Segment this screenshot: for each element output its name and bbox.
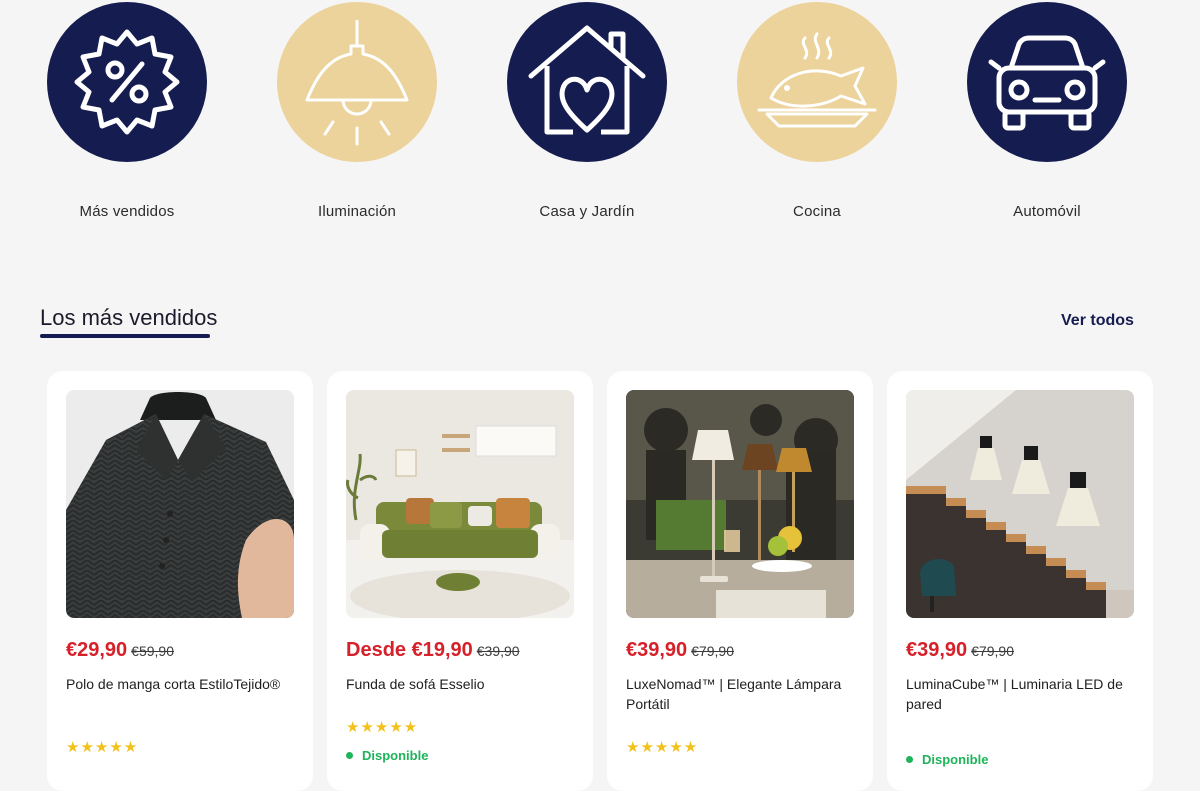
original-price: €39,90	[476, 643, 520, 659]
category-best-sellers[interactable]: Más vendidos	[12, 2, 242, 220]
view-all-link[interactable]: Ver todos	[1061, 312, 1134, 330]
availability-label: Disponible	[362, 748, 429, 763]
category-lighting[interactable]: Iluminación	[242, 2, 472, 220]
product-card[interactable]: €39,90 €79,90 LuminaCube™ | Luminaria LED…	[887, 371, 1153, 791]
ceiling-lamp-icon	[277, 2, 437, 162]
original-price: €79,90	[971, 643, 1014, 659]
category-label: Casa y Jardín	[539, 203, 635, 220]
category-kitchen[interactable]: Cocina	[702, 2, 932, 220]
product-card[interactable]: €29,90 €59,90 Polo de manga corta EstiloT…	[47, 371, 313, 791]
cooked-fish-icon	[737, 2, 897, 162]
category-home-garden[interactable]: Casa y Jardín	[472, 2, 702, 220]
sale-price: €29,90	[66, 639, 128, 661]
price-row: €39,90 €79,90	[906, 639, 1014, 662]
price-row: €39,90 €79,90	[626, 639, 734, 662]
original-price: €59,90	[131, 643, 174, 659]
product-image-table-lamp[interactable]	[626, 390, 854, 618]
product-image-wall-light[interactable]	[906, 390, 1134, 618]
price-row: €29,90 €59,90	[66, 639, 174, 662]
product-name[interactable]: Polo de manga corta EstiloTejido®	[66, 674, 294, 694]
category-label: Más vendidos	[79, 203, 175, 220]
original-price: €79,90	[691, 643, 734, 659]
house-heart-icon	[507, 2, 667, 162]
star-rating: ★★★★★	[346, 719, 419, 736]
product-name[interactable]: LuminaCube™ | Luminaria LED de pared	[906, 674, 1134, 714]
category-label: Iluminación	[317, 203, 397, 220]
price-row: Desde €19,90 €39,90	[346, 639, 520, 662]
sale-price: €39,90	[626, 639, 688, 661]
category-bar: Más vendidos Iluminación Casa y Jardín C…	[0, 0, 1200, 240]
availability-label: Disponible	[922, 752, 989, 767]
product-name[interactable]: Funda de sofá Esselio	[346, 674, 574, 694]
sale-price: Desde €19,90	[346, 639, 473, 661]
product-card[interactable]: €39,90 €79,90 LuxeNomad™ | Elegante Lámpa…	[607, 371, 873, 791]
section-title: Los más vendidos	[40, 305, 218, 330]
availability-status: Disponible	[906, 752, 988, 767]
product-image-polo[interactable]	[66, 390, 294, 618]
category-automotive[interactable]: Automóvil	[932, 2, 1162, 220]
star-rating: ★★★★★	[626, 739, 699, 756]
star-rating: ★★★★★	[66, 739, 139, 756]
availability-dot-icon	[906, 756, 913, 764]
product-card[interactable]: Desde €19,90 €39,90 Funda de sofá Esselio…	[327, 371, 593, 791]
category-label: Automóvil	[1013, 203, 1081, 220]
car-icon	[967, 2, 1127, 162]
sale-price: €39,90	[906, 639, 968, 661]
category-label: Cocina	[793, 203, 841, 220]
title-underline	[40, 334, 210, 338]
availability-dot-icon	[346, 752, 353, 760]
product-image-sofa-cover[interactable]	[346, 390, 574, 618]
availability-status: Disponible	[346, 748, 428, 763]
product-name[interactable]: LuxeNomad™ | Elegante Lámpara Portátil	[626, 674, 854, 714]
discount-badge-icon	[47, 2, 207, 162]
